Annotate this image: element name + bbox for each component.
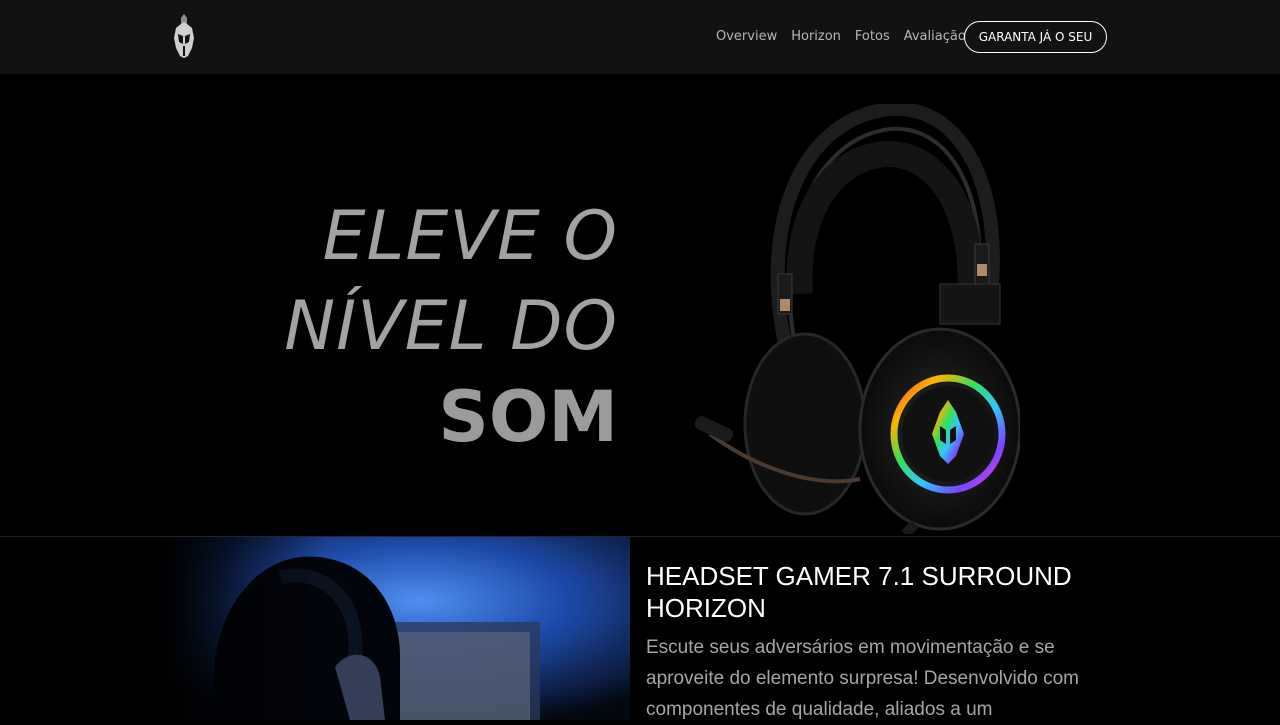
buy-now-button[interactable]: GARANTA JÁ O SEU xyxy=(964,21,1107,53)
nav-link-fotos[interactable]: Fotos xyxy=(855,28,890,46)
hero-headline: ELEVE O NÍVEL DO SOM xyxy=(284,192,618,462)
product-description: Escute seus adversários em movimentação … xyxy=(646,637,1080,720)
nav-link-overview[interactable]: Overview xyxy=(716,28,777,46)
gamer-lifestyle-photo xyxy=(160,537,630,720)
hero-line-2: NÍVEL DO xyxy=(284,287,618,366)
gaming-headset-image xyxy=(694,104,1020,534)
hero-line-3: SOM xyxy=(438,376,618,458)
nav-links: Overview Horizon Fotos Avaliação xyxy=(716,28,966,46)
top-navbar: Overview Horizon Fotos Avaliação GARANTA… xyxy=(0,0,1280,74)
nav-link-horizon[interactable]: Horizon xyxy=(791,28,841,46)
product-title: HEADSET GAMER 7.1 SURROUND HORIZON xyxy=(646,561,1072,623)
hero-line-1: ELEVE O xyxy=(322,197,618,276)
hero-section: ELEVE O NÍVEL DO SOM xyxy=(0,74,1280,536)
nav-link-avaliacao[interactable]: Avaliação xyxy=(904,28,966,46)
spartan-helmet-icon[interactable] xyxy=(170,12,198,60)
